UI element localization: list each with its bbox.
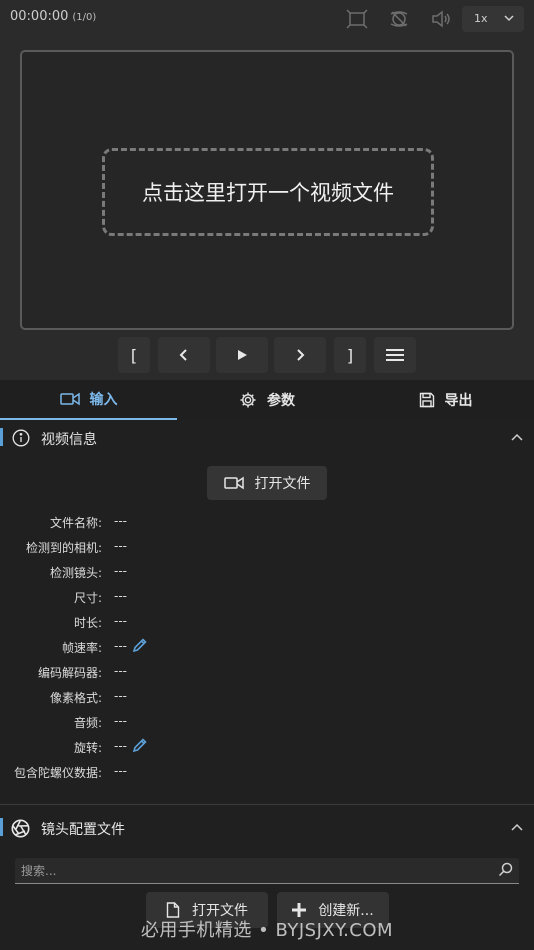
tab-input-label: 输入 <box>89 392 118 408</box>
stabilization-frame-icon[interactable] <box>346 8 368 30</box>
info-value: --- <box>114 714 127 728</box>
section-divider <box>0 804 534 805</box>
tab-export-label: 导出 <box>444 393 473 409</box>
video-camera-icon <box>59 392 80 406</box>
search-icon[interactable] <box>498 862 513 881</box>
chevron-up-icon[interactable] <box>510 820 524 839</box>
mark-in-button[interactable]: [ <box>118 337 150 373</box>
tab-export[interactable]: 导出 <box>357 380 534 420</box>
tab-parameters-label: 参数 <box>267 393 295 409</box>
chevron-right-icon <box>297 349 305 361</box>
plus-icon <box>292 903 307 917</box>
info-value: --- <box>114 589 127 603</box>
playback-controls: [ ] <box>0 337 534 373</box>
save-icon <box>419 392 434 408</box>
menu-button[interactable] <box>374 337 416 373</box>
info-row-pixel-format: 像素格式: --- <box>0 685 534 707</box>
lens-distortion-icon[interactable] <box>388 8 410 30</box>
info-row-codec: 编码解码器: --- <box>0 660 534 682</box>
playback-speed-value: 1x <box>474 12 488 25</box>
info-label: 检测到的相机: <box>25 541 102 555</box>
play-button[interactable] <box>216 337 268 373</box>
frame-counter: (1/0) <box>72 12 97 23</box>
info-label: 编码解码器: <box>37 666 102 680</box>
info-label: 尺寸: <box>73 591 102 605</box>
aperture-icon <box>11 819 30 842</box>
info-label: 音频: <box>73 716 102 730</box>
info-value: --- <box>114 539 127 553</box>
playback-speed-select[interactable]: 1x <box>462 6 524 32</box>
info-value: --- <box>114 564 127 578</box>
lens-search-input[interactable] <box>21 861 481 881</box>
info-row-file-name: 文件名称: --- <box>0 510 534 532</box>
info-row-audio: 音频: --- <box>0 710 534 732</box>
section-accent-bar <box>0 818 3 836</box>
next-frame-button[interactable] <box>274 337 326 373</box>
timecode-display: 00:00:00 (1/0) <box>10 9 96 24</box>
video-camera-icon <box>223 476 244 490</box>
info-value: --- <box>114 514 127 528</box>
edit-frame-rate-icon[interactable] <box>132 637 148 656</box>
info-value: --- <box>114 739 127 753</box>
info-label: 文件名称: <box>49 516 102 530</box>
info-row-rotation: 旋转: --- <box>0 735 534 757</box>
info-row-frame-rate: 帧速率: --- <box>0 635 534 657</box>
tab-input[interactable]: 输入 <box>0 380 177 420</box>
mark-out-button[interactable]: ] <box>334 337 366 373</box>
lens-profile-header[interactable]: 镜头配置文件 <box>0 810 534 846</box>
video-preview[interactable]: 点击这里打开一个视频文件 <box>20 50 514 330</box>
open-video-drop-zone[interactable]: 点击这里打开一个视频文件 <box>102 148 434 236</box>
video-info-header[interactable]: 视频信息 <box>0 420 534 456</box>
info-value: --- <box>114 764 127 778</box>
player-top-bar: 00:00:00 (1/0) 1x <box>0 0 534 38</box>
info-value: --- <box>114 639 127 653</box>
info-row-dimensions: 尺寸: --- <box>0 585 534 607</box>
previous-frame-button[interactable] <box>158 337 210 373</box>
menu-icon <box>386 349 404 361</box>
info-label: 帧速率: <box>61 641 102 655</box>
tab-parameters[interactable]: 参数 <box>177 380 357 420</box>
chevron-up-icon[interactable] <box>510 430 524 449</box>
volume-icon[interactable] <box>430 8 452 30</box>
info-value: --- <box>114 614 127 628</box>
info-label: 时长: <box>73 616 102 630</box>
info-value: --- <box>114 664 127 678</box>
open-video-file-label: 打开文件 <box>254 476 311 492</box>
info-row-gyro-data: 包含陀螺仪数据: --- <box>0 760 534 782</box>
lens-search-box <box>15 858 519 884</box>
chevron-left-icon <box>179 349 187 361</box>
timecode: 00:00:00 <box>10 9 69 24</box>
video-info-title: 视频信息 <box>41 432 97 448</box>
info-row-detected-camera: 检测到的相机: --- <box>0 535 534 557</box>
info-row-duration: 时长: --- <box>0 610 534 632</box>
info-label: 旋转: <box>73 741 102 755</box>
gear-icon <box>240 392 256 408</box>
info-row-detected-lens: 检测镜头: --- <box>0 560 534 582</box>
chevron-down-icon <box>503 12 515 27</box>
info-label: 像素格式: <box>49 691 102 705</box>
play-icon <box>238 350 247 360</box>
lens-profile-title: 镜头配置文件 <box>41 822 125 838</box>
watermark: 必用手机精选 • BYJSJXY.COM <box>140 920 394 941</box>
section-accent-bar <box>0 428 3 446</box>
main-tab-bar: 输入 参数 导出 <box>0 380 534 420</box>
edit-rotation-icon[interactable] <box>132 737 148 756</box>
info-label: 包含陀螺仪数据: <box>13 766 102 780</box>
info-label: 检测镜头: <box>49 566 102 580</box>
info-icon <box>12 429 30 451</box>
info-value: --- <box>114 689 127 703</box>
open-video-file-button[interactable]: 打开文件 <box>207 466 327 500</box>
